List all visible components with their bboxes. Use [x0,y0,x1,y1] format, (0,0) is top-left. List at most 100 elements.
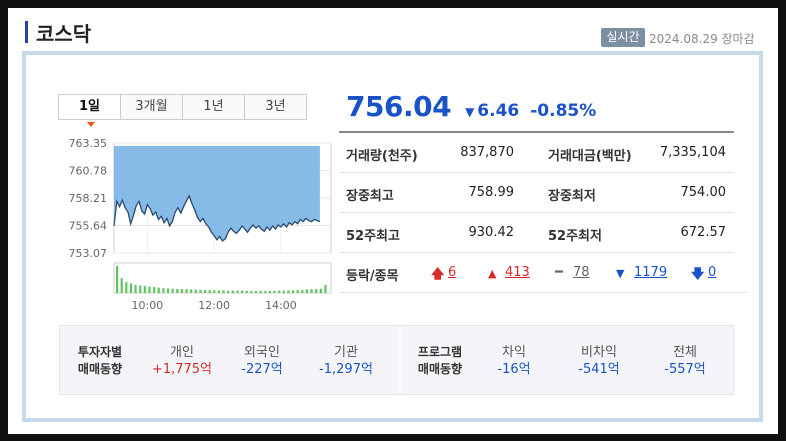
volume-bar [301,289,304,293]
week52-low-label: 52주최저 [548,229,602,244]
y-tick-label: 753.07 [69,247,108,260]
volume-bar [310,289,313,293]
market-date-status: 2024.08.29 장마감 [649,32,755,46]
volume-plot-frame [113,262,332,294]
week52-low-value: 672.57 [680,225,727,240]
window-frame: 코스닥 실시간 2024.08.29 장마감 1일 3개월 1년 3년 763.… [8,8,778,434]
flow-foreign: 외국인 -227억 [241,345,283,377]
volume-bar [157,287,160,293]
volume-label: 거래량(천주) [346,149,418,164]
investor-flow-heading: 투자자별 매매동향 [77,345,123,376]
volume-bar [199,289,202,293]
x-tick-label: 12:00 [198,299,230,312]
week52-high-value: 930.42 [468,225,515,240]
intraday-low-label: 장중최저 [548,189,596,204]
volume-bar [213,290,216,293]
period-tabs: 1일 3개월 1년 3년 [58,94,307,120]
volume-bar [208,290,211,293]
volume-bars [113,262,332,294]
volume-bar [296,290,299,293]
volume-bar [245,290,248,293]
tab-3month[interactable]: 3개월 [120,94,183,120]
title-accent-bar [25,21,28,43]
index-change: 6.46 [477,101,520,121]
intraday-high-label: 장중최고 [346,189,394,204]
x-tick-label: 14:00 [265,299,297,312]
volume-bar [259,290,262,293]
flow-program-total: 전체 -557억 [664,345,706,377]
tab-3year[interactable]: 3년 [244,94,307,120]
volume-bar [282,290,285,293]
y-tick-label: 763.35 [69,137,108,150]
fall-count[interactable]: 1179 [634,265,667,280]
volume-bar [203,290,207,293]
volume-bar [250,290,253,293]
x-axis-labels: 10:00 12:00 14:00 [132,299,297,312]
active-tab-marker-icon [87,122,95,127]
volume-bar [254,290,258,293]
volume-bar [227,290,230,293]
volume-bar [139,285,142,293]
program-flow-heading: 프로그램 매매동향 [417,345,463,376]
price-summary: 756.04 ▼ 6.46 -0.85% [346,90,596,123]
volume-bar [231,290,234,293]
intraday-chart: 763.35 760.78 758.21 755.64 753.07 10:00 12:0… [69,137,332,312]
volume-bar [120,278,123,293]
stats-table: 거래량(천주) 837,870 거래대금(백만) 7,335,104 장중최고 … [339,131,734,253]
rise-triangle-icon: ▲ [488,267,497,280]
volume-bar [185,289,188,293]
market-breadth-row: 등락/종목 🡅 6 ▲ 413 ━ 78 ▼ 1179 🡇 0 [339,253,747,293]
volume-bar [264,290,267,293]
realtime-badge: 실시간 [601,28,645,47]
volume-value: 837,870 [460,145,514,160]
volume-bar [129,283,133,293]
volume-bar [162,288,165,293]
volume-bar [148,286,151,293]
volume-bar [236,290,239,293]
week52-high-label: 52주최고 [346,229,400,244]
stats-row: 52주최고 930.42 52주최저 672.57 [339,213,734,253]
volume-bar [171,288,174,293]
upper-limit-count[interactable]: 6 [448,265,456,280]
volume-bar [273,290,276,293]
y-tick-label: 760.78 [69,165,108,178]
stats-row: 거래량(천주) 837,870 거래대금(백만) 7,335,104 [339,133,734,173]
page-title: 코스닥 [36,22,92,46]
volume-bar [319,288,322,293]
volume-bar [315,288,318,293]
lower-limit-arrow-icon: 🡇 [691,267,705,282]
volume-bar [222,290,225,293]
intraday-low-value: 754.00 [680,185,727,200]
volume-bar [180,289,183,293]
flow-non-arbitrage: 비차익 -541억 [578,345,620,377]
intraday-high-value: 758.99 [468,185,515,200]
breadth-label: 등락/종목 [346,269,399,284]
tab-1year[interactable]: 1년 [182,94,245,120]
flat-count[interactable]: 78 [573,265,590,280]
flow-arbitrage: 차익 -16억 [497,345,531,377]
volume-bar [116,266,119,293]
stats-row: 장중최고 758.99 장중최저 754.00 [339,173,734,213]
rise-count[interactable]: 413 [505,265,530,280]
volume-bar [287,290,290,293]
lower-limit-count[interactable]: 0 [708,265,716,280]
volume-bar [134,284,137,293]
flat-dash-icon: ━ [555,265,563,280]
volume-bar [190,289,193,293]
index-change-percent: -0.85% [530,101,597,121]
volume-bar [268,290,271,293]
volume-bar [153,287,156,293]
volume-bar [324,284,327,293]
x-tick-label: 10:00 [132,299,164,312]
index-panel: 1일 3개월 1년 3년 763.35 760.78 758.21 755.64 753… [22,51,763,422]
volume-bar [166,288,170,293]
tab-1day[interactable]: 1일 [58,94,121,120]
volume-bar [241,290,244,293]
volume-bar [176,288,179,293]
flow-institution: 기관 -1,297억 [319,345,373,377]
y-tick-label: 755.64 [69,220,108,233]
volume-bar [305,289,308,293]
trading-flow-box: 투자자별 매매동향 개인 +1,775억 외국인 -227억 기관 -1,297… [59,325,734,395]
turnover-label: 거래대금(백만) [548,149,632,164]
flow-individual: 개인 +1,775억 [151,345,213,377]
